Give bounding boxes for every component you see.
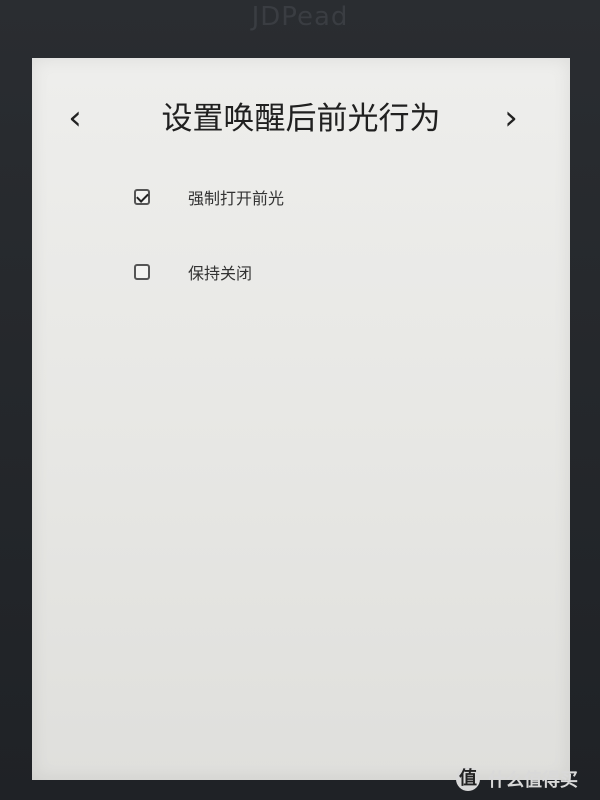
- ereader-device: JDPead ‹ 设置唤醒后前光行为 › 强制打开前光 保持关闭 值 什么值得买: [0, 0, 600, 800]
- option-keep-off[interactable]: 保持关闭: [134, 256, 252, 288]
- device-brand: JDPead: [251, 2, 349, 32]
- chevron-right-icon[interactable]: ›: [496, 98, 526, 138]
- settings-screen: ‹ 设置唤醒后前光行为 › 强制打开前光 保持关闭: [32, 58, 570, 780]
- checkbox-checked-icon[interactable]: [134, 189, 150, 205]
- page-title: 设置唤醒后前光行为: [161, 101, 441, 137]
- option-label: 强制打开前光: [188, 189, 285, 208]
- option-label: 保持关闭: [188, 264, 253, 283]
- watermark-badge-icon: 值: [456, 767, 480, 791]
- checkbox-unchecked-icon[interactable]: [134, 264, 150, 280]
- watermark-text: 什么值得买: [488, 770, 578, 791]
- watermark: 值 什么值得买: [456, 766, 578, 792]
- chevron-left-icon[interactable]: ‹: [60, 98, 90, 138]
- option-force-frontlight-on[interactable]: 强制打开前光: [134, 181, 284, 213]
